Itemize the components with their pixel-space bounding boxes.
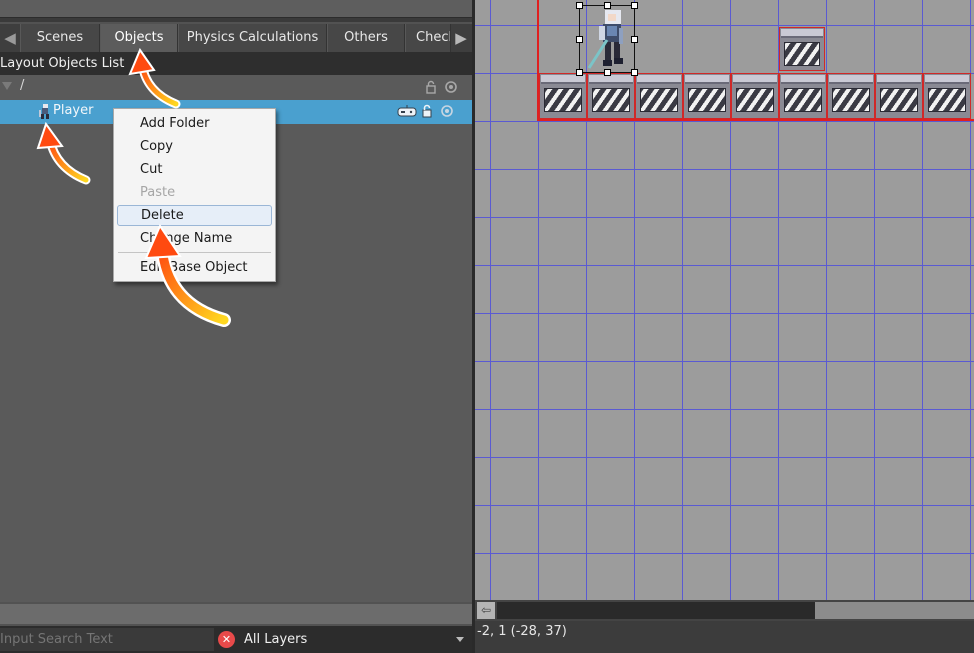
- tab-check[interactable]: Check: [405, 24, 451, 52]
- arrow-left-icon[interactable]: ◀: [1, 28, 19, 48]
- floor-tile[interactable]: [827, 73, 875, 119]
- resize-handle[interactable]: [604, 69, 611, 76]
- floor-tile[interactable]: [923, 73, 971, 119]
- tab-objects[interactable]: Objects: [100, 24, 178, 52]
- stacked-crate-tile[interactable]: [779, 27, 825, 71]
- expand-triangle-icon[interactable]: [2, 82, 12, 90]
- scrollbar-thumb[interactable]: [497, 602, 815, 619]
- app-window: ◀ Scenes Objects Physics Calculations Ot…: [0, 0, 974, 653]
- resize-handle[interactable]: [576, 36, 583, 43]
- lock-header-icon[interactable]: [424, 80, 438, 94]
- floor-tile[interactable]: [779, 73, 827, 119]
- layer-filter-value: All Layers: [244, 632, 308, 647]
- status-bar: -2, 1 (-28, 37): [475, 621, 974, 653]
- menu-item-delete[interactable]: Delete: [117, 205, 272, 226]
- menu-item-cut[interactable]: Cut: [117, 159, 272, 180]
- menu-item-paste: Paste: [140, 185, 176, 200]
- tree-item-label: Player: [53, 103, 94, 118]
- arrow-right-icon[interactable]: ▶: [452, 28, 470, 48]
- gamepad-icon[interactable]: [397, 104, 417, 120]
- tab-others[interactable]: Others: [327, 24, 405, 52]
- resize-handle[interactable]: [631, 69, 638, 76]
- visibility-header-icon[interactable]: [444, 80, 458, 94]
- cursor-coordinates: -2, 1 (-28, 37): [477, 624, 567, 639]
- menu-item-add-folder[interactable]: Add Folder: [117, 113, 272, 134]
- resize-handle[interactable]: [631, 2, 638, 9]
- menu-item-copy[interactable]: Copy: [117, 136, 272, 157]
- scrollbar-track[interactable]: [815, 602, 974, 619]
- floor-tile[interactable]: [875, 73, 923, 119]
- floor-tile[interactable]: [731, 73, 779, 119]
- room-boundary-bottom: [537, 119, 974, 121]
- menu-separator: [118, 252, 271, 253]
- scene-canvas[interactable]: [475, 0, 974, 600]
- menu-item-change-name[interactable]: Change Name: [117, 228, 272, 249]
- menu-item-edit-base-object[interactable]: Edit Base Object: [117, 257, 272, 278]
- top-strip: [0, 0, 472, 22]
- floor-tiles: [539, 73, 974, 119]
- panel-title: Layout Objects List: [0, 52, 472, 75]
- resize-handle[interactable]: [576, 69, 583, 76]
- floor-tile[interactable]: [587, 73, 635, 119]
- context-menu: Add Folder Copy Cut Paste Delete Change …: [113, 108, 276, 282]
- selection-box: [576, 2, 638, 76]
- clear-icon[interactable]: ✕: [218, 631, 235, 648]
- floor-tile[interactable]: [635, 73, 683, 119]
- tree-root-row[interactable]: /: [0, 75, 472, 99]
- scroll-left-icon[interactable]: ⇦: [477, 602, 495, 619]
- resize-handle[interactable]: [631, 36, 638, 43]
- resize-handle[interactable]: [604, 2, 611, 9]
- objects-panel: ◀ Scenes Objects Physics Calculations Ot…: [0, 0, 472, 653]
- floor-tile[interactable]: [683, 73, 731, 119]
- player-sprite-icon: [39, 104, 49, 119]
- tab-scenes[interactable]: Scenes: [20, 24, 100, 52]
- root-path-label: /: [20, 78, 25, 93]
- search-bar: ✕ All Layers: [0, 626, 472, 653]
- tab-physics-calculations[interactable]: Physics Calculations: [178, 24, 327, 52]
- list-horizontal-scrollbar[interactable]: [0, 604, 472, 624]
- visibility-icon[interactable]: [440, 104, 454, 120]
- floor-tile[interactable]: [539, 73, 587, 119]
- canvas-horizontal-scrollbar[interactable]: ⇦: [475, 600, 974, 621]
- layer-filter-dropdown[interactable]: All Layers: [238, 628, 470, 651]
- tab-bar: ◀ Scenes Objects Physics Calculations Ot…: [0, 24, 472, 52]
- lock-icon[interactable]: [420, 104, 434, 120]
- resize-handle[interactable]: [576, 2, 583, 9]
- search-input[interactable]: [0, 628, 214, 651]
- chevron-down-icon: [456, 637, 464, 642]
